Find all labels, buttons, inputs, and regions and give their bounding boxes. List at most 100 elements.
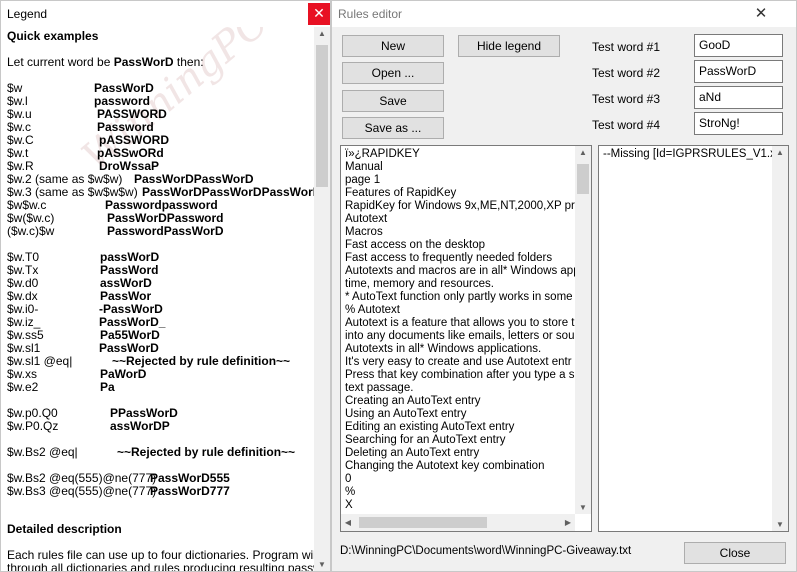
rule-example-result: PassWorDPassWorD bbox=[134, 172, 254, 186]
test-word-2-input[interactable]: PassWorD bbox=[694, 60, 783, 83]
scroll-left-icon[interactable]: ◀ bbox=[343, 518, 353, 527]
text-line: Searching for an AutoText entry bbox=[345, 434, 506, 446]
rules-title: Rules editor bbox=[338, 7, 403, 21]
legend-titlebar: Legend ✕ bbox=[1, 1, 330, 27]
text-line: Fast access to frequently needed folders bbox=[345, 252, 553, 264]
scroll-right-icon[interactable]: ▶ bbox=[563, 518, 573, 527]
rule-example: $w.sl1 @eq| bbox=[7, 354, 73, 368]
text-line: Autotexts in all* Windows applications. bbox=[345, 343, 542, 355]
editor-hscrollbar[interactable]: ◀ ▶ bbox=[341, 514, 575, 531]
text-line: Autotext bbox=[345, 213, 388, 225]
rule-example-result: Pa bbox=[100, 380, 115, 394]
rule-example-result: passWorD bbox=[100, 250, 160, 264]
text-line: Autotexts and macros are in all* Windows… bbox=[345, 265, 575, 277]
rule-example-result: pASSwORd bbox=[97, 146, 164, 160]
quick-examples-heading: Quick examples bbox=[7, 29, 99, 43]
rule-example: $w.Bs3 @eq(555)@ne(777) bbox=[7, 484, 157, 498]
text-line: RapidKey for Windows 9x,ME,NT,2000,XP pr… bbox=[345, 200, 575, 212]
text-line: Using an AutoText entry bbox=[345, 408, 467, 420]
rule-example: $w.P0.Qz bbox=[7, 419, 59, 433]
text-line: Autotext is a feature that allows you to… bbox=[345, 317, 575, 329]
rule-example-result: Pa55WorD bbox=[100, 328, 160, 342]
hide-legend-button[interactable]: Hide legend bbox=[458, 35, 560, 57]
scroll-up-icon[interactable]: ▲ bbox=[772, 148, 788, 157]
text-line: time, memory and resources. bbox=[345, 278, 494, 290]
rule-example: ($w.c)$w bbox=[7, 224, 55, 238]
rules-text-content[interactable]: ï»¿RAPIDKEY Manual page 1 Features of Rapid… bbox=[341, 148, 575, 514]
text-line: ï»¿RAPIDKEY bbox=[345, 148, 420, 160]
rule-example: $w.Bs2 @eq| bbox=[7, 445, 78, 459]
test-word-3-input[interactable]: aNd bbox=[694, 86, 783, 109]
rule-example-result: pASSWORD bbox=[99, 133, 169, 147]
text-line: Manual bbox=[345, 161, 383, 173]
rule-example: $w.c bbox=[7, 120, 32, 134]
rules-text-editor[interactable]: ï»¿RAPIDKEY Manual page 1 Features of Rapid… bbox=[340, 145, 592, 532]
scroll-up-icon[interactable]: ▲ bbox=[575, 148, 591, 157]
test-word-1-label: Test word #1 bbox=[592, 40, 661, 54]
description-text: through all dictionaries and rules produ… bbox=[7, 561, 314, 571]
description-text: Each rules file can use up to four dicti… bbox=[7, 548, 314, 562]
editor-vscrollbar[interactable]: ▲ ▼ bbox=[575, 146, 591, 514]
rule-example: $w.xs bbox=[7, 367, 38, 381]
save-as-button[interactable]: Save as ... bbox=[342, 117, 444, 139]
text-line: 0 bbox=[345, 473, 352, 485]
text-line: X bbox=[345, 499, 353, 511]
legend-title: Legend bbox=[7, 7, 48, 21]
close-icon[interactable]: ✕ bbox=[308, 3, 330, 25]
new-button[interactable]: New bbox=[342, 35, 444, 57]
rule-example-result: PaWorD bbox=[100, 367, 147, 381]
test-word-4-input[interactable]: StroNg! bbox=[694, 112, 783, 135]
intro-text: Let current word be PassWorD then: bbox=[7, 55, 204, 69]
rule-example-result: PasswordPassWorD bbox=[107, 224, 224, 238]
test-word-1-input[interactable]: GooD bbox=[694, 34, 783, 57]
text-line: % bbox=[345, 486, 356, 498]
text-line: Fast access on the desktop bbox=[345, 239, 485, 251]
legend-scrollbar[interactable]: ▲ ▼ bbox=[314, 27, 330, 571]
detailed-description-heading: Detailed description bbox=[7, 522, 122, 536]
rule-example-result: PassWorDPassWorDPassWorD bbox=[142, 185, 314, 199]
file-path: D:\WinningPC\Documents\word\WinningPC-Gi… bbox=[340, 545, 632, 557]
text-line: Features of RapidKey bbox=[345, 187, 457, 199]
rule-example: $w.t bbox=[7, 146, 29, 160]
text-line: % Autotext bbox=[345, 304, 400, 316]
rules-editor-window: Rules editor ✕ New Open ... Save Save as… bbox=[331, 0, 797, 572]
text-line: text passage. bbox=[345, 382, 414, 394]
rule-example: $w.C bbox=[7, 133, 34, 147]
rules-titlebar: Rules editor ✕ bbox=[332, 1, 796, 27]
open-button[interactable]: Open ... bbox=[342, 62, 444, 84]
scroll-down-icon[interactable]: ▼ bbox=[314, 560, 330, 569]
scroll-down-icon[interactable]: ▼ bbox=[772, 520, 788, 529]
scroll-down-icon[interactable]: ▼ bbox=[575, 503, 591, 512]
rule-example-result: PassWorD bbox=[99, 341, 159, 355]
text-line: Macros bbox=[345, 226, 383, 238]
scroll-thumb[interactable] bbox=[577, 164, 589, 194]
rule-example-result: assWorDP bbox=[110, 419, 170, 433]
rule-example-result: DroWssaP bbox=[99, 159, 160, 173]
results-list[interactable]: --Missing [Id=IGPRSRULES_V1.x] ▲ ▼ bbox=[598, 145, 789, 532]
rule-example: $w.dx bbox=[7, 289, 38, 303]
rule-example: $w.sl1 bbox=[7, 341, 41, 355]
rule-example-result: PassWorD_ bbox=[99, 315, 166, 329]
rule-example: $w.Bs2 @eq(555)@ne(777) bbox=[7, 471, 157, 485]
scroll-thumb[interactable] bbox=[359, 517, 487, 528]
scroll-thumb[interactable] bbox=[316, 45, 328, 187]
legend-window: Legend ✕ WinningPC Quick examples Let cu… bbox=[0, 0, 331, 572]
text-line: * AutoText function only partly works in… bbox=[345, 291, 573, 303]
rule-example-result: ~~Rejected by rule definition~~ bbox=[117, 445, 296, 459]
rule-example: $w.R bbox=[7, 159, 34, 173]
results-scrollbar[interactable]: ▲ ▼ bbox=[772, 146, 788, 531]
scroll-up-icon[interactable]: ▲ bbox=[314, 29, 330, 38]
rule-example: $w$w.c bbox=[7, 198, 47, 212]
legend-content: WinningPC Quick examples Let current wor… bbox=[2, 27, 314, 571]
rule-example-result: ~~Rejected by rule definition~~ bbox=[112, 354, 291, 368]
rule-example: $w.ss5 bbox=[7, 328, 44, 342]
rule-example-result: PassWord bbox=[100, 263, 159, 277]
rule-example: $w.iz_ bbox=[7, 315, 41, 329]
close-button[interactable]: Close bbox=[684, 542, 786, 564]
close-icon[interactable]: ✕ bbox=[750, 1, 772, 27]
rule-example: $w.Tx bbox=[7, 263, 39, 277]
text-line: Press that key combination after you typ… bbox=[345, 369, 575, 381]
test-word-4-label: Test word #4 bbox=[592, 118, 661, 132]
save-button[interactable]: Save bbox=[342, 90, 444, 112]
result-line: --Missing [Id=IGPRSRULES_V1.x] bbox=[603, 148, 772, 160]
